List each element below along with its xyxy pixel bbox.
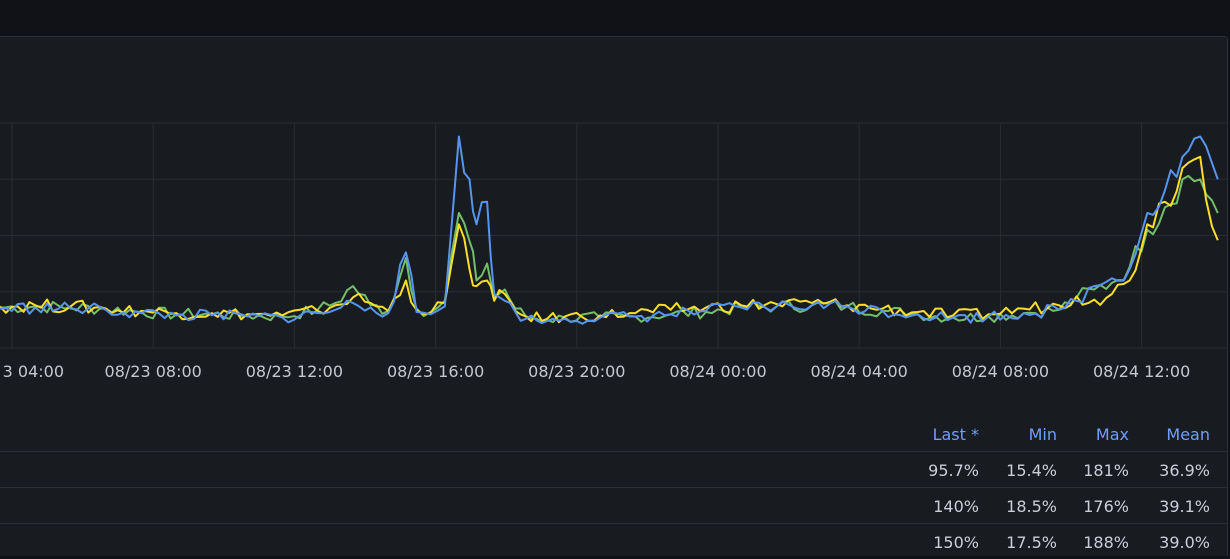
legend-max-value: 181% [1083, 461, 1129, 480]
x-tick-label: 08/23 20:00 [528, 362, 625, 381]
legend-row[interactable]: 140% 18.5% 176% 39.1% [0, 487, 1227, 523]
legend-header-row: Last * Min Max Mean [0, 415, 1227, 451]
time-series-chart[interactable]: 3 04:00 08/23 08:00 08/23 12:00 08/23 16:00… [0, 37, 1227, 415]
legend-min-value: 17.5% [1006, 533, 1057, 552]
graph-panel: 3 04:00 08/23 08:00 08/23 12:00 08/23 16:00… [0, 36, 1228, 556]
legend-last-value: 95.7% [928, 461, 979, 480]
x-tick-label: 08/23 12:00 [246, 362, 343, 381]
legend-mean-value: 39.0% [1159, 533, 1210, 552]
x-tick-label: 08/24 08:00 [952, 362, 1049, 381]
legend-last-value: 140% [933, 497, 979, 516]
legend-mean-value: 39.1% [1159, 497, 1210, 516]
legend-header-max[interactable]: Max [1059, 425, 1129, 444]
x-tick-label: 3 04:00 [3, 362, 64, 381]
series-line [0, 135, 1219, 325]
legend-header-min[interactable]: Min [987, 425, 1057, 444]
legend-header-last[interactable]: Last * [909, 425, 979, 444]
legend-last-value: 150% [933, 533, 979, 552]
legend-max-value: 176% [1083, 497, 1129, 516]
x-tick-label: 08/24 12:00 [1093, 362, 1190, 381]
x-tick-label: 08/23 08:00 [105, 362, 202, 381]
legend-max-value: 188% [1083, 533, 1129, 552]
legend-min-value: 15.4% [1006, 461, 1057, 480]
legend-row[interactable]: 95.7% 15.4% 181% 36.9% [0, 451, 1227, 487]
legend-mean-value: 36.9% [1159, 461, 1210, 480]
legend-table: Last * Min Max Mean 95.7% 15.4% 181% 36.… [0, 415, 1227, 559]
series-lines [0, 135, 1219, 325]
x-axis: 3 04:00 08/23 08:00 08/23 12:00 08/23 16:00… [3, 362, 1191, 381]
x-tick-label: 08/23 16:00 [387, 362, 484, 381]
legend-row[interactable]: 150% 17.5% 188% 39.0% [0, 523, 1227, 559]
legend-header-mean[interactable]: Mean [1140, 425, 1210, 444]
x-tick-label: 08/24 04:00 [811, 362, 908, 381]
series-line [0, 155, 1219, 324]
legend-min-value: 18.5% [1006, 497, 1057, 516]
x-tick-label: 08/24 00:00 [669, 362, 766, 381]
series-line [0, 174, 1219, 324]
